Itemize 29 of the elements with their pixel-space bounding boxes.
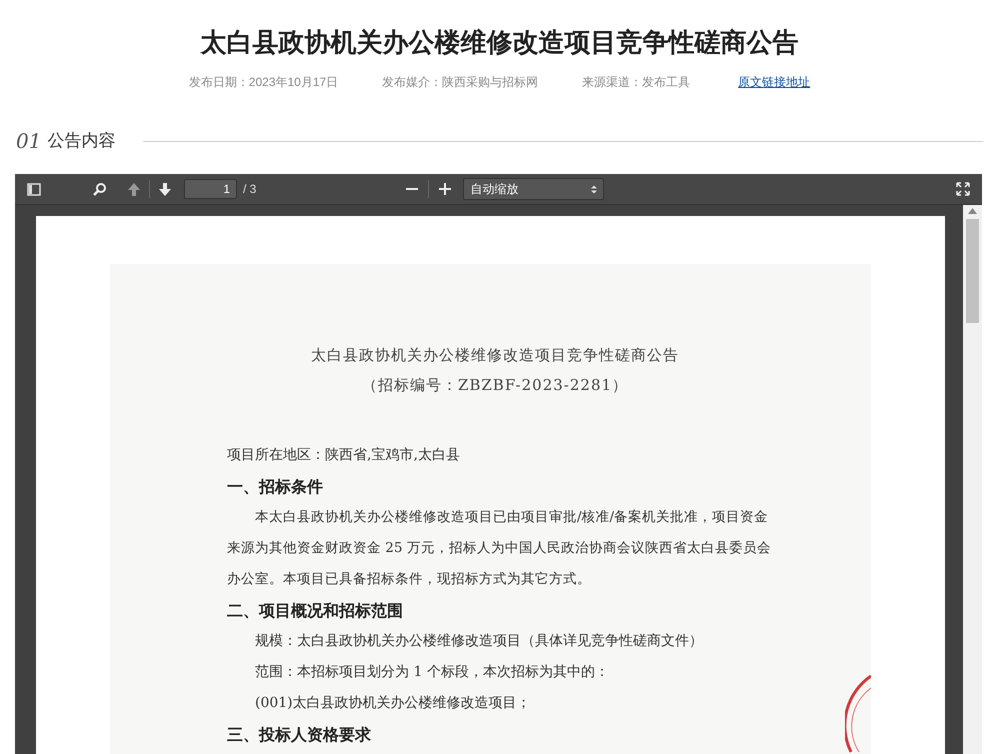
scrollbar-thumb[interactable] xyxy=(966,219,979,323)
meta-text: 发布日期：2023年10月17日 xyxy=(188,74,338,90)
document-paragraph: 本太白县政协机关办公楼维修改造项目已由项目审批/核准/备案机关批准，项目资金来源为其他资金财政资金 25 万元，招标人为中国人民政治协商会议陕西省太白县委员会办公室。本项目已具备招标条件，现招标方式为其它方式。 xyxy=(227,508,772,589)
plus-icon[interactable] xyxy=(439,183,452,195)
arrow-up-icon[interactable] xyxy=(127,182,141,196)
document-text: 范围：本招标项目划分为 1 个标段，本次招标为其中的： xyxy=(254,663,610,682)
document-heading: 二、项目概况和招标范围 xyxy=(227,600,403,622)
document-text: 规模：太白县政协机关办公楼维修改造项目（具体详见竞争性磋商文件） xyxy=(254,632,704,651)
document-text: 项目所在地区：陕西省,宝鸡市,太白县 xyxy=(227,446,461,465)
search-icon[interactable] xyxy=(93,182,107,196)
document-heading: 一、招标条件 xyxy=(227,476,323,498)
document-heading: 三、投标人资格要求 xyxy=(227,724,371,746)
section-number: 01 xyxy=(16,128,42,155)
select-caret-icon xyxy=(591,184,598,194)
zoom-select[interactable]: 自动缩放 xyxy=(463,178,604,200)
meta-text: 发布媒介：陕西采购与招标网 xyxy=(382,74,538,90)
document-text: (001)太白县政协机关办公楼维修改造项目； xyxy=(254,694,532,713)
page-total: / 3 xyxy=(243,181,256,198)
document-title: （招标编号：ZBZBF-2023-2281） xyxy=(360,375,630,396)
document-title: 太白县政协机关办公楼维修改造项目竞争性磋商公告 xyxy=(310,345,680,366)
source-link[interactable]: 原文链接地址 xyxy=(738,74,810,90)
page-title: 太白县政协机关办公楼维修改造项目竞争性磋商公告 xyxy=(200,26,798,58)
meta-text: 来源渠道：发布工具 xyxy=(582,74,690,90)
sidebar-toggle-icon[interactable] xyxy=(27,182,41,196)
arrow-down-icon[interactable] xyxy=(158,182,172,196)
page-number-field[interactable]: 1 xyxy=(184,179,237,199)
fullscreen-icon[interactable] xyxy=(956,182,970,196)
section-title: 公告内容 xyxy=(47,130,116,152)
scroll-up-icon[interactable] xyxy=(968,208,977,214)
